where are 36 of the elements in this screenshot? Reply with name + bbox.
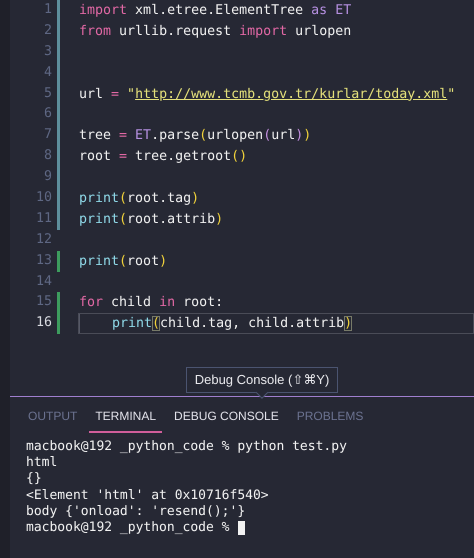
line-number: 15	[34, 293, 52, 312]
indent-guide	[79, 314, 80, 334]
code-line: url = "http://www.tcmb.gov.tr/kurlar/today.xml"	[79, 86, 456, 104]
line-number: 1	[42, 1, 52, 19]
panel-tab[interactable]: DEBUG CONSOLE	[168, 407, 285, 433]
line-number: 5	[42, 84, 52, 103]
line-number: 2	[42, 22, 52, 40]
terminal-line: macbook@192 _python_code %	[26, 520, 230, 536]
panel-tab[interactable]: TERMINAL	[89, 407, 162, 433]
line-number: 4	[42, 64, 52, 82]
line-number: 3	[42, 42, 52, 61]
code-line: print(root)	[79, 252, 168, 271]
terminal-line: {}	[26, 471, 42, 488]
terminal-line: html	[26, 455, 58, 472]
code-line: print(root.tag)	[79, 190, 200, 208]
tooltip: Debug Console (⇧⌘Y)	[186, 367, 338, 393]
code-line: print(root.attrib)	[79, 210, 224, 229]
line-number: 16	[34, 314, 52, 332]
line-number: 13	[34, 252, 52, 270]
line-number: 6	[42, 105, 52, 124]
code-line: for child in root:	[79, 294, 224, 312]
line-number: 7	[42, 126, 52, 144]
line-number: 9	[42, 168, 52, 186]
terminal-line: <Element 'html' at 0x10716f540>	[26, 488, 269, 504]
line-number: 14	[34, 272, 52, 291]
line-number: 11	[34, 210, 52, 228]
line-number: 12	[34, 230, 52, 249]
code-line: from urllib.request import urlopen	[79, 22, 352, 41]
code-line: import xml.etree.ElementTree as ET	[79, 2, 352, 20]
code-line: root = tree.getroot()	[79, 148, 248, 166]
line-number: 8	[42, 147, 52, 166]
terminal-line: body {'onload': 'resend();'}	[26, 504, 246, 520]
line-number: 10	[34, 189, 52, 208]
terminal-line: macbook@192 _python_code % python test.py	[26, 439, 347, 456]
code-line: tree = ET.parse(urlopen(url))	[79, 127, 312, 146]
code-line: print(child.tag, child.attrib)	[112, 315, 352, 334]
